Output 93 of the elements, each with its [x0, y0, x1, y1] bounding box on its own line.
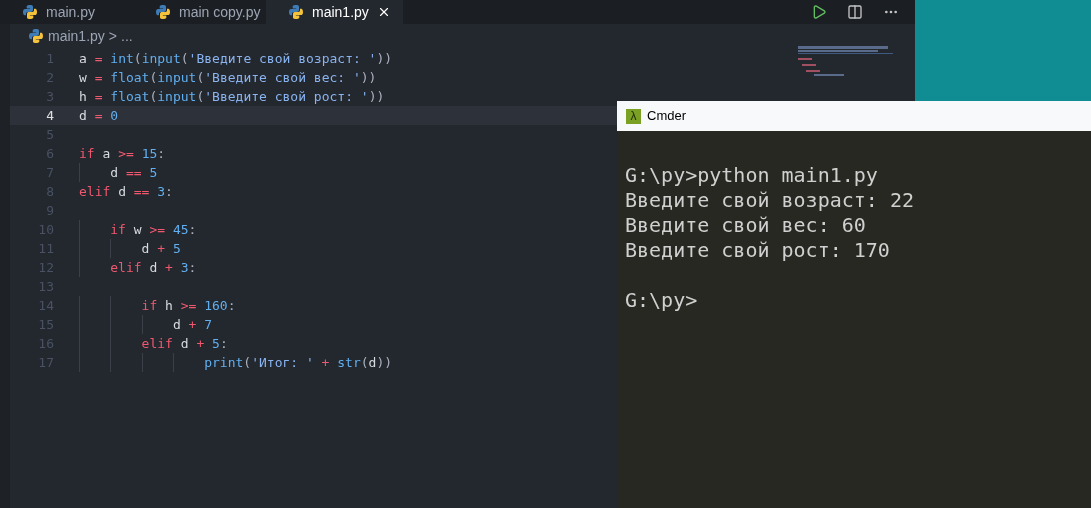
- terminal-line: Введите свой возраст: 22: [625, 188, 915, 213]
- code-token: w: [79, 68, 88, 87]
- code-token: (: [360, 353, 369, 372]
- code-token: :: [188, 258, 197, 277]
- code-token: (: [133, 49, 142, 68]
- python-icon: [22, 4, 38, 20]
- code-token: h: [165, 296, 174, 315]
- breadcrumb-file[interactable]: main1.py: [48, 25, 105, 47]
- code-token: 'Итог: ': [251, 353, 314, 372]
- code-token: (: [243, 353, 252, 372]
- code-token: (: [196, 68, 205, 87]
- code-token: int: [110, 49, 134, 68]
- code-token: (: [180, 49, 189, 68]
- close-icon[interactable]: [377, 5, 391, 19]
- code-token: a: [102, 144, 112, 163]
- code-token: float: [110, 87, 150, 106]
- code-token: 3: [180, 258, 189, 277]
- code-token: a: [79, 49, 88, 68]
- code-token: :: [188, 220, 197, 239]
- code-token: =: [94, 49, 104, 68]
- code-token: (: [196, 87, 205, 106]
- terminal-line: Введите свой рост: 170: [625, 238, 891, 263]
- code-token: d: [180, 334, 190, 353]
- code-token: =: [94, 106, 104, 125]
- code-token: (: [149, 68, 158, 87]
- code-token: if: [110, 220, 127, 239]
- run-icon[interactable]: [811, 4, 827, 20]
- code-token: 160: [204, 296, 228, 315]
- window-title: Cmder: [647, 107, 686, 126]
- code-token: +: [320, 353, 331, 372]
- code-token: 45: [172, 220, 189, 239]
- code-token: elif: [141, 334, 174, 353]
- code-token: 7: [204, 315, 213, 334]
- code-token: (: [149, 87, 158, 106]
- code-token: =: [94, 87, 104, 106]
- code-token: )): [360, 68, 377, 87]
- breadcrumb-more[interactable]: ...: [121, 25, 133, 47]
- code-token: ==: [125, 163, 143, 182]
- code-token: =: [94, 68, 104, 87]
- terminal-line: G:\py>python main1.py: [625, 163, 879, 188]
- code-token: d: [110, 163, 120, 182]
- code-token: >=: [180, 296, 198, 315]
- code-token: 5: [212, 334, 220, 353]
- code-token: +: [157, 239, 167, 258]
- code-token: 5: [149, 163, 158, 182]
- line-number: 4: [45, 106, 54, 125]
- code-token: h: [79, 87, 88, 106]
- code-token: input: [157, 68, 197, 87]
- code-token: 5: [172, 239, 181, 258]
- code-token: 'Введите свой рост: ': [204, 87, 369, 106]
- terminal-line: Введите свой вес: 60: [625, 213, 867, 238]
- python-icon: [28, 28, 44, 44]
- code-token: print: [204, 353, 244, 372]
- code-token: d: [172, 315, 182, 334]
- python-icon: [155, 4, 171, 20]
- code-token: )): [376, 353, 393, 372]
- code-token: float: [110, 68, 150, 87]
- code-token: )): [368, 87, 385, 106]
- code-token: d: [118, 182, 127, 201]
- python-icon: [288, 4, 304, 20]
- code-token: 'Введите свой вес: ': [204, 68, 361, 87]
- code-token: d: [141, 239, 151, 258]
- code-token: if: [141, 296, 159, 315]
- code-token: +: [188, 315, 198, 334]
- code-token: input: [157, 87, 197, 106]
- editor-tab[interactable]: main1.py: [266, 0, 403, 24]
- code-token: d: [79, 106, 88, 125]
- code-token: )): [376, 49, 393, 68]
- code-token: if: [79, 144, 96, 163]
- code-token: +: [196, 334, 206, 353]
- code-token: d: [368, 353, 377, 372]
- split-editor-icon[interactable]: [847, 4, 863, 20]
- code-token: +: [165, 258, 174, 277]
- code-token: 15: [141, 144, 158, 163]
- code-token: >=: [118, 144, 135, 163]
- code-token: :: [219, 334, 228, 353]
- code-token: :: [165, 182, 173, 201]
- code-token: d: [149, 258, 159, 277]
- code-token: 3: [157, 182, 166, 201]
- code-token: >=: [149, 220, 167, 239]
- code-token: input: [141, 49, 181, 68]
- app-icon: λ: [626, 108, 641, 124]
- code-token: elif: [110, 258, 143, 277]
- code-token: ==: [133, 182, 151, 201]
- code-token: 'Введите свой возраст: ': [188, 49, 377, 68]
- breadcrumb-separator: >: [108, 26, 117, 46]
- code-token: w: [133, 220, 143, 239]
- code-token: :: [157, 144, 166, 163]
- code-token: 0: [110, 106, 119, 125]
- code-token: elif: [79, 182, 112, 201]
- code-token: :: [227, 296, 236, 315]
- terminal-line: G:\py>: [625, 288, 699, 313]
- code-token: str: [337, 353, 361, 372]
